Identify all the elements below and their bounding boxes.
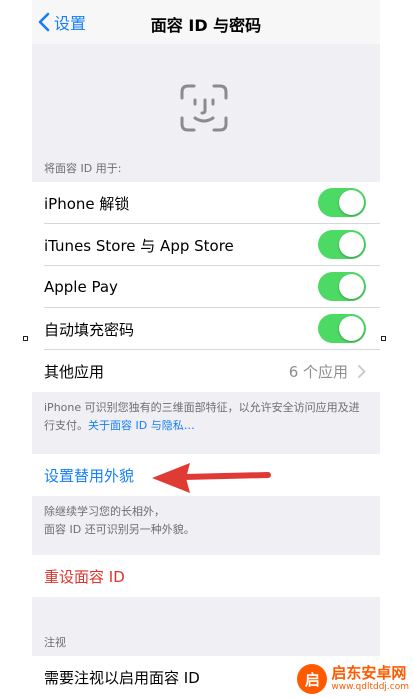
toggle-knob	[339, 316, 364, 341]
attention-header: 注视	[44, 636, 66, 649]
apple-pay-toggle[interactable]	[318, 272, 366, 301]
watermark-logo: 启	[297, 664, 328, 694]
watermark-url: www.qdltddj.com	[331, 682, 409, 692]
other-apps-count: 6 个应用	[288, 362, 348, 381]
alternate-appearance-note: 除继续学习您的长相外， 面容 ID 还可识别另一种外貌。	[44, 503, 370, 539]
privacy-link[interactable]: 关于面容 ID 与隐私…	[88, 419, 195, 432]
apple-pay-label: Apple Pay	[44, 278, 118, 296]
settings-screen: 设置 面容 ID 与密码 将面容 ID 用于: iPhone 解锁 iTunes…	[32, 0, 380, 698]
page-title: 面容 ID 与密码	[150, 16, 262, 35]
toggle-knob	[339, 232, 364, 257]
watermark: 启 启东安卓网 www.qdltddj.com	[297, 664, 409, 694]
alternate-appearance-note-line-1: 除继续学习您的长相外，	[44, 505, 165, 518]
password-autofill-row: 自动填充密码	[32, 308, 380, 350]
watermark-name: 启东安卓网	[331, 664, 407, 682]
chevron-right-icon	[358, 365, 366, 378]
itunes-app-store-row: iTunes Store 与 App Store	[32, 224, 380, 266]
password-autofill-toggle[interactable]	[318, 314, 366, 343]
itunes-app-store-toggle[interactable]	[318, 230, 366, 259]
reset-face-id-label: 重设面容 ID	[44, 567, 125, 586]
iphone-unlock-toggle[interactable]	[318, 188, 366, 217]
other-apps-row[interactable]: 其他应用 6 个应用	[32, 350, 380, 392]
reset-face-id-row[interactable]: 重设面容 ID	[32, 555, 380, 597]
selection-handle-left	[23, 336, 28, 341]
annotation-arrow	[152, 463, 271, 493]
watermark-text: 启东安卓网 www.qdltddj.com	[331, 665, 409, 693]
require-attention-label: 需要注视以启用面容 ID	[44, 668, 200, 687]
itunes-app-store-label: iTunes Store 与 App Store	[44, 236, 234, 255]
alternate-appearance-note-line-2: 面容 ID 还可识别另一种外貌。	[44, 523, 195, 536]
toggle-knob	[339, 190, 364, 215]
use-for-header: 将面容 ID 用于:	[44, 162, 122, 175]
selection-handle-right	[381, 336, 386, 341]
set-up-alternate-appearance-label: 设置替用外貌	[44, 466, 135, 485]
other-apps-label: 其他应用	[44, 362, 105, 381]
face-id-icon	[180, 84, 228, 132]
navigation-bar: 设置 面容 ID 与密码	[32, 0, 380, 44]
password-autofill-label: 自动填充密码	[44, 320, 135, 339]
apple-pay-row: Apple Pay	[32, 266, 380, 308]
iphone-unlock-label: iPhone 解锁	[44, 194, 130, 213]
toggle-knob	[339, 274, 364, 299]
face-id-footer: iPhone 可识别您独有的三维面部特征，以允许安全访问应用及进行支付。关于面容…	[44, 399, 370, 435]
iphone-unlock-row: iPhone 解锁	[32, 182, 380, 224]
